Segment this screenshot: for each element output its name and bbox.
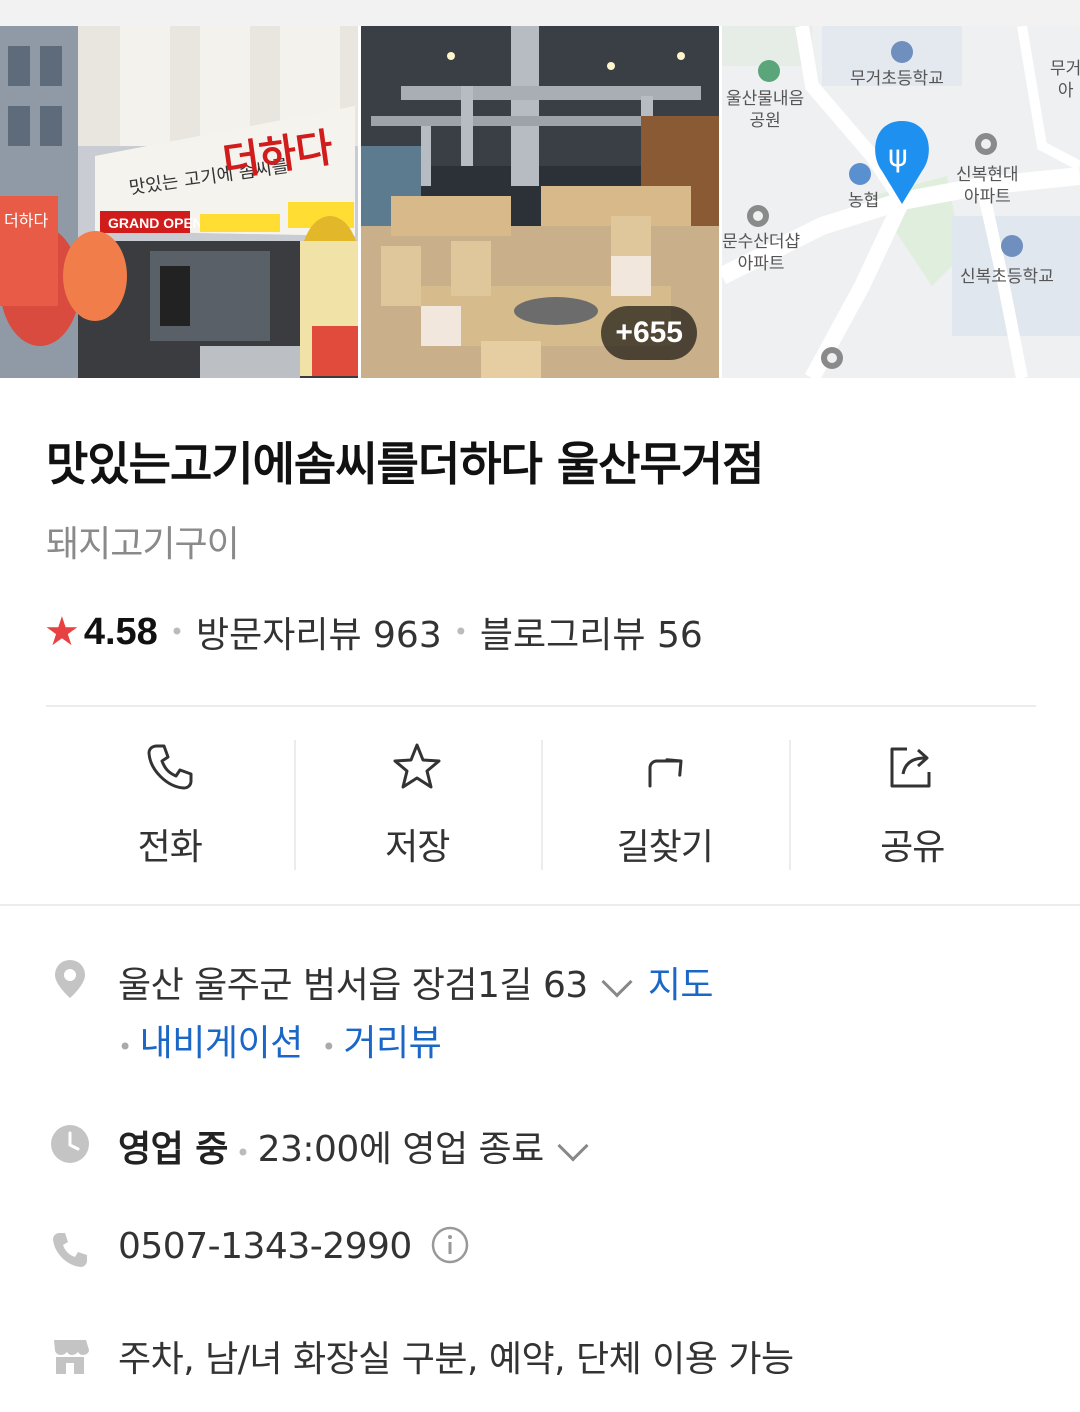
separator-dot: • (235, 1139, 250, 1167)
separator-dot: • (118, 1033, 132, 1061)
address-text: 울산 울주군 범서읍 장검1길 63 (118, 965, 588, 1006)
directions-icon (648, 758, 683, 788)
phone-line: 0507-1343-2990 (118, 1226, 469, 1270)
map-label-school2: 신복초등학교 (960, 267, 1054, 287)
store-icon (54, 1340, 89, 1374)
photo-interior[interactable]: +655 (361, 26, 719, 378)
action-bar: 전화 저장 길찾기 공유 (46, 740, 1036, 870)
map-label-school1: 무거초등학교 (850, 69, 944, 89)
divider (0, 904, 1080, 906)
svg-text:ψ: ψ (888, 139, 908, 174)
chevron-down-icon[interactable] (601, 966, 633, 998)
rating-score: 4.58 (83, 610, 158, 653)
closing-time: 23:00에 영업 종료 (257, 1129, 545, 1170)
info-icon[interactable] (431, 1226, 469, 1264)
svg-text:GRAND OPEN: GRAND OPEN (108, 215, 203, 231)
place-category: 돼지고기구이 (46, 524, 240, 565)
map-link[interactable]: 지도 (648, 965, 714, 1006)
place-name: 맛있는고기에솜씨를더하다 울산무거점 (46, 437, 764, 491)
chevron-down-icon[interactable] (557, 1130, 589, 1162)
blog-reviews-link[interactable]: 블로그리뷰 56 (480, 606, 703, 658)
phone-icon (147, 744, 193, 790)
phone-row[interactable]: 0507-1343-2990 (0, 1226, 1080, 1286)
divider (46, 705, 1036, 707)
map-label-park: 울산물내음 공원 (726, 89, 805, 131)
location-pin-icon (55, 960, 85, 998)
address-links: • 내비게이션 • 거리뷰 (118, 1014, 442, 1066)
call-button[interactable]: 전화 (46, 740, 294, 870)
clock-icon (51, 1125, 89, 1163)
svg-text:더하다: 더하다 (4, 211, 48, 230)
hours-row[interactable]: 영업 중 • 23:00에 영업 종료 (0, 1120, 1080, 1180)
visitor-reviews-link[interactable]: 방문자리뷰 963 (196, 606, 442, 658)
map-label-apt1: 신복현대 아파트 (956, 165, 1019, 207)
save-label: 저장 (385, 827, 450, 868)
share-label: 공유 (880, 827, 945, 868)
save-button[interactable]: 저장 (293, 740, 542, 870)
address-row: 울산 울주군 범서읍 장검1길 63 지도 • 내비게이션 • 거리뷰 (0, 952, 1080, 1072)
map-label-bank: 농협 (848, 191, 880, 211)
rating-row: ★ 4.58 • 방문자리뷰 963 • 블로그리뷰 56 (44, 606, 703, 658)
hours-line: 영업 중 • 23:00에 영업 종료 (118, 1120, 604, 1172)
top-gap (0, 0, 1080, 26)
map-label-edge: 무거 아 (1050, 59, 1080, 101)
open-status: 영업 중 (118, 1129, 228, 1170)
separator-dot: • (321, 1033, 336, 1061)
star-icon (393, 743, 441, 789)
address-line: 울산 울주군 범서읍 장검1길 63 지도 (118, 956, 714, 1008)
share-button[interactable]: 공유 (788, 740, 1037, 870)
location-map[interactable]: ψ 울산물내음 공원 무거초등학교 농협 신복현대 아파트 문수산더샵 아파트 신복초… (722, 26, 1080, 378)
photo-strip: 맛있는 고기에 솜씨를 더하다 GRAND OPEN 더하다 +655 ψ 울산… (0, 0, 1080, 378)
photo-storefront[interactable]: 맛있는 고기에 솜씨를 더하다 GRAND OPEN 더하다 (0, 26, 358, 378)
navigation-link[interactable]: 내비게이션 (140, 1023, 304, 1064)
phone-number[interactable]: 0507-1343-2990 (118, 1226, 412, 1267)
amenities-row: 주차, 남/녀 화장실 구분, 예약, 단체 이용 가능 (0, 1330, 1080, 1390)
map-label-apt2: 문수산더샵 아파트 (722, 232, 801, 274)
directions-button[interactable]: 길찾기 (541, 740, 789, 870)
share-icon (890, 747, 931, 788)
separator-dot: • (169, 618, 184, 646)
amenities-text: 주차, 남/녀 화장실 구분, 예약, 단체 이용 가능 (118, 1339, 794, 1380)
call-label: 전화 (137, 827, 203, 868)
directions-label: 길찾기 (616, 827, 714, 868)
more-photos-badge[interactable]: +655 (601, 306, 697, 360)
phone-icon (53, 1233, 87, 1267)
separator-dot: • (453, 618, 468, 646)
star-rating-icon: ★ (44, 609, 80, 655)
streetview-link[interactable]: 거리뷰 (343, 1023, 441, 1064)
